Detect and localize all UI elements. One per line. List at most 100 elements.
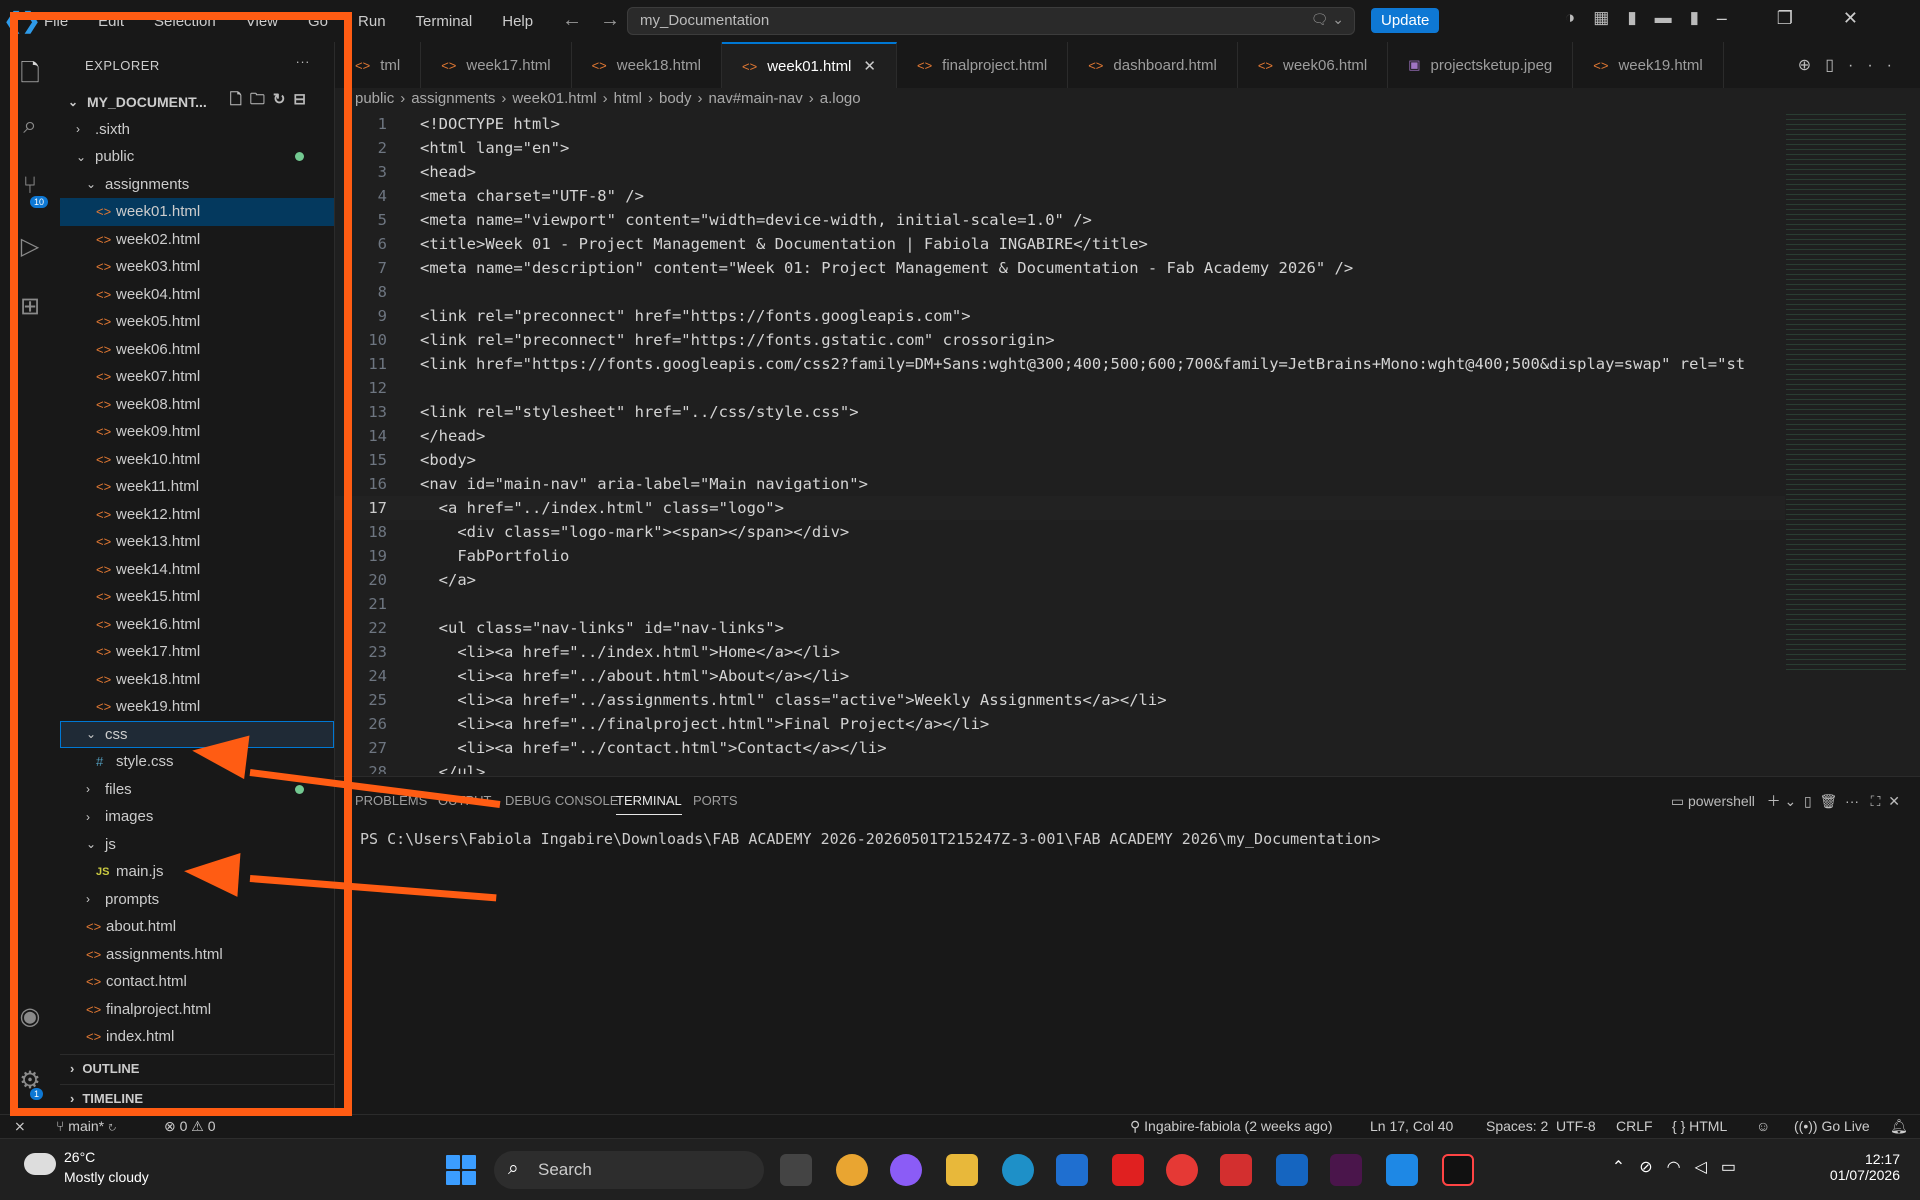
file-row[interactable]: <> week17.html <box>60 638 334 666</box>
file-row[interactable]: <> week09.html <box>60 418 334 446</box>
menu-item-selection[interactable]: Selection <box>154 13 216 30</box>
file-explorer-icon[interactable] <box>946 1154 978 1186</box>
menu-item-go[interactable]: Go <box>308 13 328 30</box>
golive-status[interactable]: ((•)) Go Live <box>1794 1118 1870 1134</box>
close-window-icon[interactable]: ✕ <box>1843 8 1908 28</box>
window-controls[interactable]: –❐✕ <box>1717 8 1908 29</box>
menu-item-view[interactable]: View <box>246 13 278 30</box>
chrome-icon[interactable] <box>836 1154 868 1186</box>
more-icon[interactable]: ··· <box>296 54 311 69</box>
bell-icon[interactable]: 🔔︎ <box>1890 1118 1908 1135</box>
l-app-icon[interactable] <box>1112 1154 1144 1186</box>
panel-tab-debug-console[interactable]: DEBUG CONSOLE <box>505 793 618 808</box>
eol-status[interactable]: CRLF <box>1616 1118 1653 1134</box>
minimap[interactable] <box>1786 112 1906 672</box>
file-row[interactable]: <> week01.html <box>60 198 334 226</box>
file-row[interactable]: <> week03.html <box>60 253 334 281</box>
shell-name[interactable]: powershell <box>1688 793 1755 809</box>
file-row[interactable]: <> contact.html <box>60 968 334 996</box>
language-status[interactable]: { } HTML <box>1672 1118 1727 1134</box>
menu-item-terminal[interactable]: Terminal <box>416 13 473 30</box>
chat-icon[interactable]: 🗨 ⌄ <box>1311 11 1344 28</box>
copilot-app-icon[interactable] <box>890 1154 922 1186</box>
timeline-section[interactable]: › TIMELINE <box>60 1084 335 1112</box>
task-view-icon[interactable] <box>780 1154 812 1186</box>
vscode-taskbar-icon[interactable] <box>1386 1154 1418 1186</box>
outlook-icon[interactable] <box>1276 1154 1308 1186</box>
breadcrumb-item[interactable]: week01.html <box>512 90 596 107</box>
extensions-icon[interactable]: ⊞ <box>14 292 46 324</box>
panel-action-icons[interactable]: ＋ ⌄ ▯ 🗑 ··· ⛶ ✕ <box>1755 793 1900 809</box>
copilot-icon[interactable]: ☺ <box>1756 1118 1770 1134</box>
editor-tab[interactable]: ▣ projectsketup.jpeg <box>1388 42 1574 88</box>
code-editor[interactable]: 1 <!DOCTYPE html> 2 <html lang="en"> 3 <head>… <box>335 112 1785 774</box>
folder-row[interactable]: › .sixth <box>60 116 334 144</box>
cursor-position[interactable]: Ln 17, Col 40 <box>1370 1118 1453 1134</box>
problems-status[interactable]: ⊗ 0 ⚠ 0 <box>164 1118 216 1135</box>
file-row[interactable]: <> week13.html <box>60 528 334 556</box>
file-row[interactable]: <> finalproject.html <box>60 996 334 1024</box>
file-row[interactable]: <> week16.html <box>60 611 334 639</box>
blame-status[interactable]: ⚲ Ingabire-fabiola (2 weeks ago) <box>1130 1118 1333 1135</box>
remote-icon[interactable]: ⨯ <box>14 1118 26 1135</box>
editor-tab[interactable]: <> tml <box>335 42 422 88</box>
breadcrumb-item[interactable]: public <box>355 90 394 107</box>
search-icon[interactable]: ⌕ <box>14 112 46 144</box>
editor-tab[interactable]: <> finalproject.html <box>897 42 1069 88</box>
menu-item-help[interactable]: Help <box>502 13 533 30</box>
minimize-icon[interactable]: – <box>1717 8 1777 28</box>
panel-tab-ports[interactable]: PORTS <box>693 793 738 808</box>
menu-item-file[interactable]: File <box>44 13 68 30</box>
file-row[interactable]: <> assignments.html <box>60 941 334 969</box>
clock[interactable]: 12:17 01/07/2026 <box>1830 1151 1900 1183</box>
file-row[interactable]: <> about.html <box>60 913 334 941</box>
pdf-icon[interactable] <box>1220 1154 1252 1186</box>
editor-tab[interactable]: <> dashboard.html <box>1068 42 1238 88</box>
file-row[interactable]: <> week18.html <box>60 666 334 694</box>
explorer-actions[interactable]: 🗋🗀↻⊟ <box>230 89 314 114</box>
menu-item-run[interactable]: Run <box>358 13 386 30</box>
file-row[interactable]: <> week07.html <box>60 363 334 391</box>
file-row[interactable]: <> week05.html <box>60 308 334 336</box>
breadcrumb-item[interactable]: a.logo <box>820 90 861 107</box>
file-row[interactable]: <> week11.html <box>60 473 334 501</box>
file-row[interactable]: <> week02.html <box>60 226 334 254</box>
outline-section[interactable]: › OUTLINE <box>60 1054 335 1082</box>
file-row[interactable]: <> week15.html <box>60 583 334 611</box>
maximize-icon[interactable]: ❐ <box>1777 8 1843 28</box>
file-row[interactable]: <> week10.html <box>60 446 334 474</box>
editor-tab[interactable]: <> week17.html <box>421 42 572 88</box>
menu-item-edit[interactable]: Edit <box>98 13 124 30</box>
app-icon[interactable] <box>1442 1154 1474 1186</box>
edge-icon[interactable] <box>1002 1154 1034 1186</box>
breadcrumb-item[interactable]: assignments <box>411 90 495 107</box>
breadcrumb-item[interactable]: nav#main-nav <box>709 90 803 107</box>
encoding-status[interactable]: UTF-8 <box>1556 1118 1596 1134</box>
breadcrumb-item[interactable]: html <box>614 90 642 107</box>
slack-icon[interactable] <box>1330 1154 1362 1186</box>
indent-status[interactable]: Spaces: 2 <box>1486 1118 1548 1134</box>
editor-tab[interactable]: <> week18.html <box>572 42 722 88</box>
windows-start-icon[interactable] <box>446 1155 476 1185</box>
panel-actions[interactable]: ▭ powershell ＋ ⌄ ▯ 🗑 ··· ⛶ ✕ <box>1671 791 1900 811</box>
project-root[interactable]: ⌄ MY_DOCUMENT... 🗋🗀↻⊟ <box>60 88 334 116</box>
account-icon[interactable]: ◉ <box>14 1002 46 1034</box>
file-row[interactable]: <> index.html <box>60 1023 334 1051</box>
folder-row[interactable]: ⌄ public <box>60 143 334 171</box>
system-tray-icons[interactable]: ⌃⊘◠◁▭ <box>1612 1157 1750 1177</box>
close-icon[interactable]: ✕ <box>863 57 876 75</box>
editor-tab[interactable]: <> week06.html <box>1238 42 1389 88</box>
file-row[interactable]: <> week19.html <box>60 693 334 721</box>
chrome-profile-icon[interactable] <box>1166 1154 1198 1186</box>
layout-icons[interactable]: ◑▦▮▬▮ <box>1565 8 1717 28</box>
update-button[interactable]: Update <box>1371 8 1440 33</box>
editor-tab[interactable]: <> week01.html ✕ <box>722 42 897 88</box>
terminal[interactable]: PS C:\Users\Fabiola Ingabire\Downloads\F… <box>335 822 1920 1114</box>
editor-actions[interactable]: ⊕▯··· <box>1798 55 1906 75</box>
folder-row[interactable]: ⌄ assignments <box>60 171 334 199</box>
file-row[interactable]: <> week06.html <box>60 336 334 364</box>
breadcrumb-item[interactable]: body <box>659 90 692 107</box>
run-debug-icon[interactable]: ▷ <box>14 232 46 264</box>
taskbar-search[interactable]: ⌕ Search <box>494 1151 764 1189</box>
branch-status[interactable]: ⑂ main* ↻ <box>56 1118 116 1134</box>
